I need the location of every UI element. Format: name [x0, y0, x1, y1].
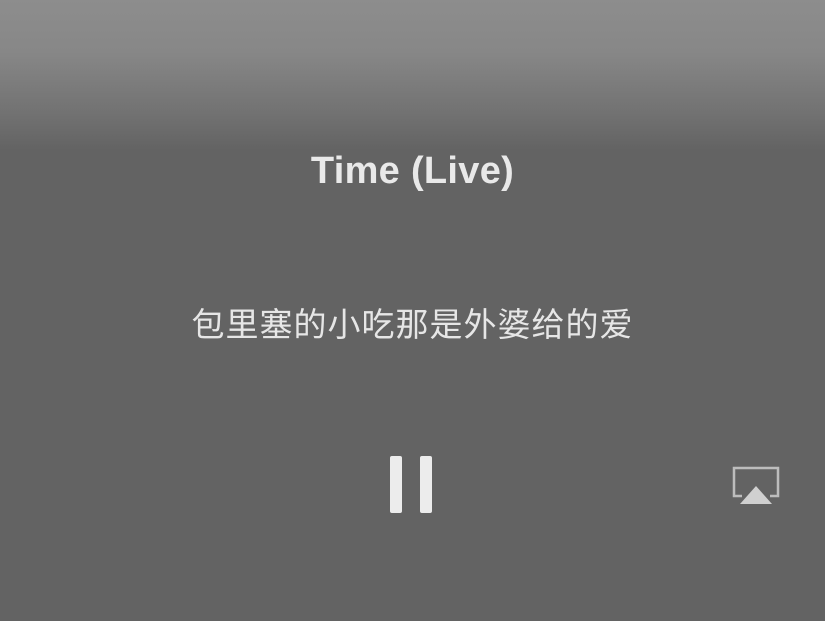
- pause-button[interactable]: [384, 452, 438, 518]
- header-gradient: [0, 0, 825, 150]
- song-title: Time (Live): [310, 150, 515, 192]
- pause-icon-bar-left: [390, 456, 402, 513]
- airplay-icon: [732, 466, 780, 504]
- pause-icon-bar-right: [420, 456, 432, 513]
- lyric-line: 包里塞的小吃那是外婆给的爱: [191, 305, 634, 344]
- airplay-button[interactable]: [728, 462, 784, 510]
